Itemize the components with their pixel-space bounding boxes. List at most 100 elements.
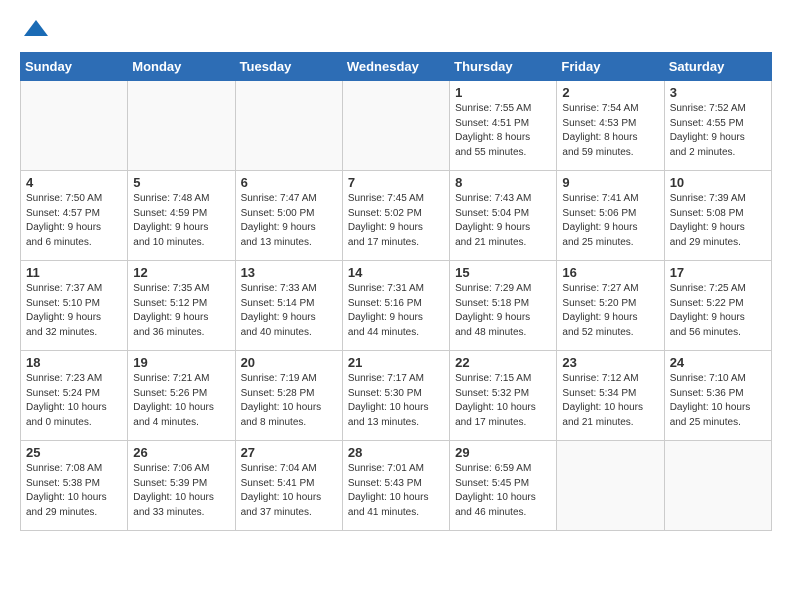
calendar-cell [21, 81, 128, 171]
day-number: 2 [562, 85, 658, 100]
day-number: 3 [670, 85, 766, 100]
day-detail: Sunrise: 7:54 AM Sunset: 4:53 PM Dayligh… [562, 102, 658, 160]
calendar-cell: 8Sunrise: 7:43 AM Sunset: 5:04 PM Daylig… [450, 171, 557, 261]
calendar-cell: 27 Sunrise: 7:04 AM Sunset: 5:41 PM Dayli… [235, 441, 342, 531]
day-number: 17 [670, 265, 766, 280]
calendar-cell: 18 Sunrise: 7:23 AM Sunset: 5:24 PM Dayli… [21, 351, 128, 441]
calendar-cell: 28 Sunrise: 7:01 AM Sunset: 5:43 PM Dayli… [342, 441, 449, 531]
calendar-cell: 7 Sunrise: 7:45 AM Sunset: 5:02 PM Daylig… [342, 171, 449, 261]
calendar-cell: 19 Sunrise: 7:21 AM Sunset: 5:26 PM Dayli… [128, 351, 235, 441]
day-detail: Sunrise: 7:39 AM Sunset: 5:08 PM Dayligh… [670, 192, 766, 250]
day-number: 16 [562, 265, 658, 280]
day-number: 13 [241, 265, 337, 280]
day-detail: Sunrise: 7:29 AM Sunset: 5:18 PM Dayligh… [455, 282, 551, 340]
calendar-cell [664, 441, 771, 531]
week-row-3: 11 Sunrise: 7:37 AM Sunset: 5:10 PM Dayli… [21, 261, 772, 351]
day-number: 10 [670, 175, 766, 190]
day-detail: Sunrise: 7:12 AM Sunset: 5:34 PM Dayligh… [562, 372, 658, 430]
week-row-2: 4Sunrise: 7:50 AM Sunset: 4:57 PM Daylig… [21, 171, 772, 261]
header-row: SundayMondayTuesdayWednesdayThursdayFrid… [21, 53, 772, 81]
calendar-cell: 13 Sunrise: 7:33 AM Sunset: 5:14 PM Dayli… [235, 261, 342, 351]
calendar-cell: 23 Sunrise: 7:12 AM Sunset: 5:34 PM Dayli… [557, 351, 664, 441]
day-number: 6 [241, 175, 337, 190]
calendar-cell: 25 Sunrise: 7:08 AM Sunset: 5:38 PM Dayli… [21, 441, 128, 531]
day-detail: Sunrise: 7:17 AM Sunset: 5:30 PM Dayligh… [348, 372, 444, 430]
week-row-1: 1 Sunrise: 7:55 AM Sunset: 4:51 PM Daylig… [21, 81, 772, 171]
day-number: 28 [348, 445, 444, 460]
calendar-cell: 10 Sunrise: 7:39 AM Sunset: 5:08 PM Dayli… [664, 171, 771, 261]
day-detail: Sunrise: 7:10 AM Sunset: 5:36 PM Dayligh… [670, 372, 766, 430]
calendar-cell: 11 Sunrise: 7:37 AM Sunset: 5:10 PM Dayli… [21, 261, 128, 351]
calendar-cell: 21 Sunrise: 7:17 AM Sunset: 5:30 PM Dayli… [342, 351, 449, 441]
day-detail: Sunrise: 7:45 AM Sunset: 5:02 PM Dayligh… [348, 192, 444, 250]
day-detail: Sunrise: 7:23 AM Sunset: 5:24 PM Dayligh… [26, 372, 122, 430]
day-number: 24 [670, 355, 766, 370]
col-header-wednesday: Wednesday [342, 53, 449, 81]
calendar-cell: 15 Sunrise: 7:29 AM Sunset: 5:18 PM Dayli… [450, 261, 557, 351]
calendar-cell: 29 Sunrise: 6:59 AM Sunset: 5:45 PM Dayli… [450, 441, 557, 531]
calendar-cell: 14 Sunrise: 7:31 AM Sunset: 5:16 PM Dayli… [342, 261, 449, 351]
day-number: 7 [348, 175, 444, 190]
day-detail: Sunrise: 7:35 AM Sunset: 5:12 PM Dayligh… [133, 282, 229, 340]
day-number: 19 [133, 355, 229, 370]
calendar-cell: 16 Sunrise: 7:27 AM Sunset: 5:20 PM Dayli… [557, 261, 664, 351]
calendar-cell [342, 81, 449, 171]
week-row-4: 18 Sunrise: 7:23 AM Sunset: 5:24 PM Dayli… [21, 351, 772, 441]
day-number: 23 [562, 355, 658, 370]
calendar-cell: 2 Sunrise: 7:54 AM Sunset: 4:53 PM Daylig… [557, 81, 664, 171]
day-detail: Sunrise: 7:50 AM Sunset: 4:57 PM Dayligh… [26, 192, 122, 250]
day-number: 25 [26, 445, 122, 460]
day-detail: Sunrise: 7:37 AM Sunset: 5:10 PM Dayligh… [26, 282, 122, 340]
calendar-cell [128, 81, 235, 171]
col-header-friday: Friday [557, 53, 664, 81]
day-number: 18 [26, 355, 122, 370]
col-header-monday: Monday [128, 53, 235, 81]
day-detail: Sunrise: 7:01 AM Sunset: 5:43 PM Dayligh… [348, 462, 444, 520]
day-detail: Sunrise: 7:19 AM Sunset: 5:28 PM Dayligh… [241, 372, 337, 430]
day-number: 21 [348, 355, 444, 370]
day-number: 12 [133, 265, 229, 280]
col-header-tuesday: Tuesday [235, 53, 342, 81]
day-detail: Sunrise: 7:25 AM Sunset: 5:22 PM Dayligh… [670, 282, 766, 340]
day-detail: Sunrise: 7:33 AM Sunset: 5:14 PM Dayligh… [241, 282, 337, 340]
day-detail: Sunrise: 7:31 AM Sunset: 5:16 PM Dayligh… [348, 282, 444, 340]
day-detail: Sunrise: 7:47 AM Sunset: 5:00 PM Dayligh… [241, 192, 337, 250]
col-header-thursday: Thursday [450, 53, 557, 81]
day-detail: Sunrise: 7:06 AM Sunset: 5:39 PM Dayligh… [133, 462, 229, 520]
header [20, 16, 772, 44]
day-detail: Sunrise: 7:43 AM Sunset: 5:04 PM Dayligh… [455, 192, 551, 250]
calendar-cell [557, 441, 664, 531]
day-number: 27 [241, 445, 337, 460]
week-row-5: 25 Sunrise: 7:08 AM Sunset: 5:38 PM Dayli… [21, 441, 772, 531]
calendar-cell: 12 Sunrise: 7:35 AM Sunset: 5:12 PM Dayli… [128, 261, 235, 351]
calendar-cell: 1 Sunrise: 7:55 AM Sunset: 4:51 PM Daylig… [450, 81, 557, 171]
col-header-sunday: Sunday [21, 53, 128, 81]
day-detail: Sunrise: 7:27 AM Sunset: 5:20 PM Dayligh… [562, 282, 658, 340]
calendar-cell [235, 81, 342, 171]
day-detail: Sunrise: 6:59 AM Sunset: 5:45 PM Dayligh… [455, 462, 551, 520]
day-detail: Sunrise: 7:41 AM Sunset: 5:06 PM Dayligh… [562, 192, 658, 250]
day-number: 29 [455, 445, 551, 460]
calendar-cell: 22 Sunrise: 7:15 AM Sunset: 5:32 PM Dayli… [450, 351, 557, 441]
day-number: 1 [455, 85, 551, 100]
calendar-cell: 9 Sunrise: 7:41 AM Sunset: 5:06 PM Daylig… [557, 171, 664, 261]
day-number: 20 [241, 355, 337, 370]
day-number: 15 [455, 265, 551, 280]
calendar-cell: 4Sunrise: 7:50 AM Sunset: 4:57 PM Daylig… [21, 171, 128, 261]
day-number: 11 [26, 265, 122, 280]
day-detail: Sunrise: 7:21 AM Sunset: 5:26 PM Dayligh… [133, 372, 229, 430]
col-header-saturday: Saturday [664, 53, 771, 81]
day-detail: Sunrise: 7:55 AM Sunset: 4:51 PM Dayligh… [455, 102, 551, 160]
calendar-cell: 24 Sunrise: 7:10 AM Sunset: 5:36 PM Dayli… [664, 351, 771, 441]
day-number: 5 [133, 175, 229, 190]
day-number: 14 [348, 265, 444, 280]
calendar-cell: 20 Sunrise: 7:19 AM Sunset: 5:28 PM Dayli… [235, 351, 342, 441]
day-detail: Sunrise: 7:08 AM Sunset: 5:38 PM Dayligh… [26, 462, 122, 520]
calendar-table: SundayMondayTuesdayWednesdayThursdayFrid… [20, 52, 772, 531]
day-detail: Sunrise: 7:52 AM Sunset: 4:55 PM Dayligh… [670, 102, 766, 160]
day-number: 22 [455, 355, 551, 370]
day-number: 9 [562, 175, 658, 190]
calendar-cell: 3 Sunrise: 7:52 AM Sunset: 4:55 PM Daylig… [664, 81, 771, 171]
day-detail: Sunrise: 7:04 AM Sunset: 5:41 PM Dayligh… [241, 462, 337, 520]
day-detail: Sunrise: 7:15 AM Sunset: 5:32 PM Dayligh… [455, 372, 551, 430]
